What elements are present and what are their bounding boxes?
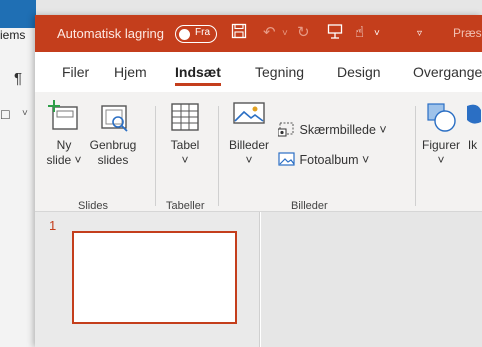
- bg-control-icon: ☐: [0, 108, 11, 122]
- icons-button[interactable]: Ik: [463, 100, 482, 153]
- new-slide-label-line1: Ny: [56, 138, 72, 152]
- reuse-slides-button[interactable]: Genbrug slides: [85, 100, 141, 168]
- save-icon[interactable]: [231, 23, 247, 43]
- chevron-down-icon: ˅: [181, 153, 189, 167]
- tab-transitions[interactable]: Overgange: [413, 64, 482, 80]
- reuse-slides-label-line1: Genbrug: [89, 138, 137, 152]
- slide-number: 1: [49, 218, 57, 233]
- icons-icon: [467, 104, 481, 124]
- new-slide-label-line2: slide ˅: [46, 153, 82, 167]
- autosave-toggle[interactable]: Fra: [175, 25, 217, 43]
- present-icon[interactable]: [327, 23, 343, 43]
- background-window-titlebar: [0, 0, 36, 28]
- document-title: Præs: [453, 26, 482, 40]
- ribbon-tabs: Filer Hjem Indsæt Tegning Design Overgan…: [35, 52, 482, 92]
- undo-dropdown-icon[interactable]: ˅: [282, 28, 288, 39]
- customize-toolbar-icon[interactable]: ▿: [417, 28, 422, 39]
- reuse-slides-icon: [101, 105, 128, 132]
- ribbon: Ny slide ˅ Genbrug slides Tabel ˅ Billed…: [35, 92, 482, 212]
- tab-draw[interactable]: Tegning: [255, 64, 304, 80]
- group-divider: [415, 106, 416, 206]
- slide-thumbnail[interactable]: [72, 231, 237, 324]
- tab-home[interactable]: Hjem: [114, 64, 147, 80]
- tab-file[interactable]: Filer: [62, 64, 89, 80]
- shapes-icon: [427, 103, 456, 132]
- screenshot-label: Skærmbillede ˅: [299, 123, 387, 137]
- chevron-down-icon: ˅: [245, 153, 253, 167]
- group-label-slides: Slides: [78, 200, 108, 212]
- icons-label: Ik: [467, 138, 478, 152]
- background-window-title-fragment: iems: [0, 28, 26, 42]
- group-label-tables: Tabeller: [166, 200, 205, 212]
- title-bar: Automatisk lagring Fra ↶ ˅ ↻ ☝ ˅ ▿ Præs: [35, 15, 482, 52]
- new-slide-icon: [48, 100, 78, 130]
- redo-icon[interactable]: ↻: [297, 23, 310, 41]
- photo-album-icon: [278, 152, 295, 166]
- group-label-images: Billeder: [291, 200, 328, 212]
- picture-icon: [233, 102, 265, 124]
- images-label: Billeder: [228, 138, 270, 152]
- slide-editing-area[interactable]: [261, 212, 482, 347]
- table-icon: [171, 103, 199, 131]
- images-button[interactable]: Billeder ˅: [227, 100, 271, 168]
- photo-album-button[interactable]: Fotoalbum ˅: [278, 151, 369, 167]
- pilcrow-icon: ¶: [14, 70, 23, 87]
- background-window: ¶ ☐ ˅: [0, 0, 36, 347]
- tab-insert[interactable]: Indsæt: [175, 64, 221, 86]
- toggle-state: Fra: [195, 27, 210, 38]
- undo-icon[interactable]: ↶: [263, 23, 276, 41]
- screenshot-button[interactable]: Skærmbillede ˅: [277, 121, 387, 137]
- table-label: Tabel: [170, 138, 200, 152]
- group-divider: [155, 106, 156, 206]
- screenshot-icon: [277, 122, 294, 137]
- chevron-down-icon: ˅: [22, 108, 28, 119]
- shapes-button[interactable]: Figurer ˅: [419, 100, 463, 168]
- touch-dropdown-icon[interactable]: ˅: [374, 28, 380, 39]
- tab-design[interactable]: Design: [337, 64, 381, 80]
- powerpoint-window: Automatisk lagring Fra ↶ ˅ ↻ ☝ ˅ ▿ Præs …: [35, 15, 482, 347]
- table-button[interactable]: Tabel ˅: [167, 100, 203, 168]
- chevron-down-icon: ˅: [437, 153, 445, 167]
- reuse-slides-label-line2: slides: [97, 153, 129, 167]
- new-slide-button[interactable]: Ny slide ˅: [45, 100, 83, 168]
- group-divider: [218, 106, 219, 206]
- toggle-knob: [179, 28, 190, 40]
- autosave-label: Automatisk lagring: [57, 26, 164, 41]
- photo-album-label: Fotoalbum ˅: [299, 153, 370, 167]
- shapes-label: Figurer: [421, 138, 460, 152]
- touch-mode-icon[interactable]: ☝: [355, 23, 364, 41]
